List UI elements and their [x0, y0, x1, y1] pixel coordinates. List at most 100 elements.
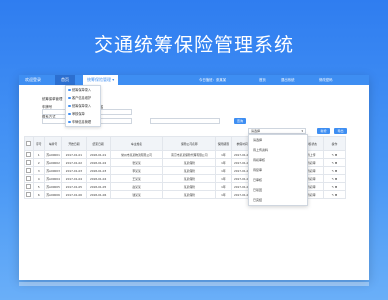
section-title: 统筹保单管理: [42, 97, 63, 101]
table-header: 序号: [32, 136, 45, 151]
table-header: 车牌号: [43, 136, 63, 151]
table-cell: 苏A00003: [43, 166, 63, 175]
menu-tab-label: 统筹保险管理: [87, 77, 111, 82]
dropdown-item[interactable]: 车辆信息管理: [66, 118, 100, 126]
home-tab[interactable]: 首页: [55, 75, 75, 85]
logout-link[interactable]: 退出系统: [281, 75, 295, 85]
table-cell: 1年: [215, 158, 232, 167]
header-select-all[interactable]: [24, 136, 34, 151]
table-cell: 苏A00004: [43, 174, 63, 183]
nav-home-link[interactable]: 首页: [259, 75, 266, 85]
row-checkbox-cell[interactable]: [24, 166, 34, 175]
table-cell: 张某某: [109, 158, 164, 167]
checkbox-icon[interactable]: [26, 151, 32, 157]
row-checkbox-cell[interactable]: [24, 174, 34, 183]
menu-tab-insurance[interactable]: 统筹保险管理 ▾: [83, 75, 119, 85]
table-cell: 6: [32, 190, 45, 199]
checkbox-icon[interactable]: [26, 159, 32, 165]
table-cell: 某某保险: [162, 174, 217, 183]
row-actions[interactable]: ✎ ✖: [322, 166, 347, 175]
select-option[interactable]: 待上传资料: [249, 145, 307, 155]
table-cell: 1年: [215, 182, 232, 191]
table-cell: 常州市某某物流有限公司: [109, 150, 164, 159]
table-cell: 钱某某: [109, 190, 164, 199]
table-cell: 3: [32, 166, 45, 175]
row-actions[interactable]: ✎ ✖: [322, 150, 347, 159]
table-cell: 某某保险: [162, 190, 217, 199]
table-cell: 某某保险: [162, 166, 217, 175]
checkbox-icon[interactable]: [26, 140, 32, 146]
row-actions[interactable]: ✎ ✖: [322, 174, 347, 183]
table-header: 保险公司名称: [162, 136, 217, 151]
table-header: 开始日期: [61, 136, 87, 151]
table-cell: 1年: [215, 190, 232, 199]
table-cell: 1年: [215, 150, 232, 159]
dropdown-item[interactable]: 统筹保单录入: [66, 86, 100, 94]
table-cell: 2018-01-04: [85, 174, 111, 183]
table-cell: 5: [32, 182, 45, 191]
table-cell: 2017-01-06: [61, 190, 87, 199]
hero-title: 交通统筹保险管理系统: [93, 34, 294, 56]
dropdown-item[interactable]: 统筹保单录入: [66, 102, 100, 110]
checkbox-icon[interactable]: [26, 191, 32, 197]
table-cell: 赵某某: [109, 182, 164, 191]
row-checkbox-cell[interactable]: [24, 190, 34, 199]
status-select-value: 请选择: [251, 129, 261, 133]
table-cell: 苏A00001: [43, 150, 63, 159]
checkbox-icon[interactable]: [26, 183, 32, 189]
select-option[interactable]: 已完结: [249, 195, 307, 205]
select-option[interactable]: 请选择: [249, 135, 307, 145]
table-cell: 2017-01-05: [61, 182, 87, 191]
date-range-input[interactable]: [150, 118, 220, 124]
table-cell: 2018-01-02: [85, 158, 111, 167]
table-cell: 王某某: [109, 174, 164, 183]
window-shadow-strip: [19, 282, 369, 286]
export-button[interactable]: 导出: [334, 128, 347, 134]
table-cell: 1年: [215, 166, 232, 175]
table-cell: 2: [32, 158, 45, 167]
table-cell: 2017-01-04: [61, 174, 87, 183]
row-checkbox-cell[interactable]: [24, 158, 34, 167]
duty-text: 今日值班：张某某: [199, 78, 227, 82]
table-cell: 苏A00006: [43, 190, 63, 199]
select-option[interactable]: 已审核: [249, 175, 307, 185]
status-select-options: 请选择 待上传资料 待初审核 待复审 已审核 已驳回 已完结: [248, 134, 308, 206]
table-cell: 某某保险: [162, 158, 217, 167]
row-actions[interactable]: ✎ ✖: [322, 190, 347, 199]
table-cell: 1年: [215, 174, 232, 183]
table-cell: 李某某: [109, 166, 164, 175]
select-option[interactable]: 待复审: [249, 165, 307, 175]
row-actions[interactable]: ✎ ✖: [322, 182, 347, 191]
select-option[interactable]: 已驳回: [249, 185, 307, 195]
table-cell: 2018-01-06: [85, 190, 111, 199]
table-cell: 2018-01-01: [85, 150, 111, 159]
chevron-down-icon: ▾: [112, 77, 115, 82]
dropdown-item[interactable]: 客户信息维护: [66, 94, 100, 102]
add-button[interactable]: 新增: [317, 128, 330, 134]
change-password-link[interactable]: 修改密码: [319, 75, 333, 85]
table-cell: 2018-01-05: [85, 182, 111, 191]
table-cell: 4: [32, 174, 45, 183]
search-button[interactable]: 查询: [234, 118, 246, 124]
table-cell: 苏A00002: [43, 158, 63, 167]
dropdown-item[interactable]: 审核保单: [66, 110, 100, 118]
table-cell: 某某保险: [162, 182, 217, 191]
brand-label: 欢迎登录: [25, 77, 41, 82]
checkbox-icon[interactable]: [26, 175, 32, 181]
table-header: 操作: [322, 136, 347, 151]
table-cell: 2017-01-03: [61, 166, 87, 175]
table-header: 车主姓名: [109, 136, 164, 151]
table-cell: 苏A00005: [43, 182, 63, 191]
table-header: 结束日期: [85, 136, 111, 151]
select-option[interactable]: 待初审核: [249, 155, 307, 165]
table-cell: 2017-01-01: [61, 150, 87, 159]
chevron-down-icon: ▾: [301, 129, 303, 133]
insurance-menu-dropdown: 统筹保单录入 客户信息维护 统筹保单录入 审核保单 车辆信息管理: [65, 85, 101, 127]
row-checkbox-cell[interactable]: [24, 182, 34, 191]
table-header: 保险期限: [215, 136, 232, 151]
row-actions[interactable]: ✎ ✖: [322, 158, 347, 167]
table-cell: 南京市某某保险代理有限公司: [162, 150, 217, 159]
row-checkbox-cell[interactable]: [24, 150, 34, 159]
checkbox-icon[interactable]: [26, 167, 32, 173]
top-navbar: 欢迎登录 首页 统筹保险管理 ▾ 今日值班：张某某 首页 退出系统 修改密码: [19, 75, 369, 85]
